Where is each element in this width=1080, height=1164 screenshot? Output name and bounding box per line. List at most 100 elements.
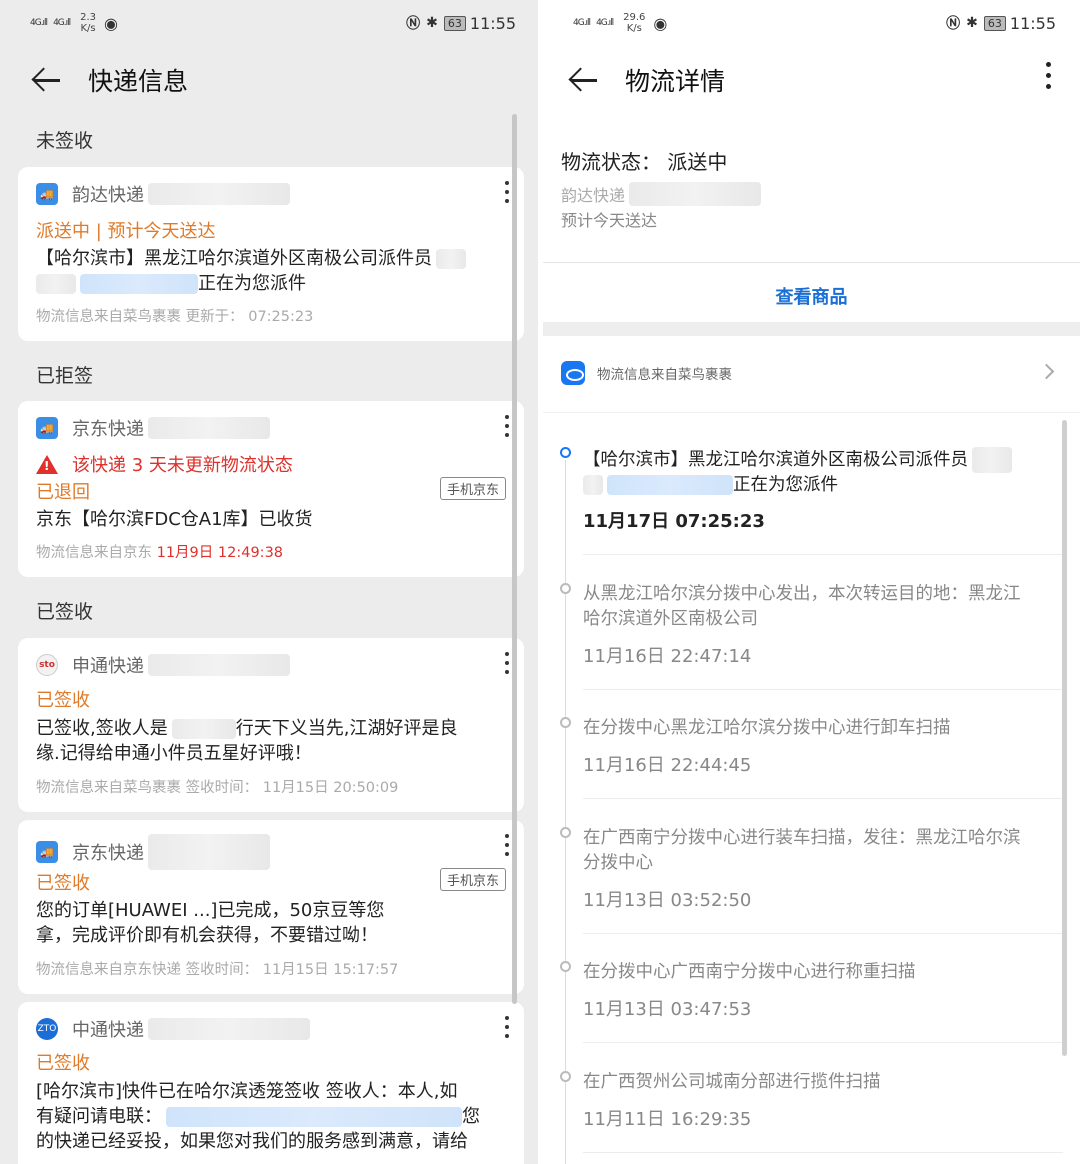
carrier-name: 京东快递 xyxy=(72,843,144,864)
clock: 11:55 xyxy=(1009,13,1056,33)
delivery-status: 已签收 xyxy=(36,1053,90,1074)
truck-icon: 🚚 xyxy=(36,183,58,205)
timeline-time: 11月13日 03:47:53 xyxy=(583,999,752,1020)
package-card[interactable]: ZTO 中通快递 已签收 [哈尔滨市]快件已在哈尔滨透笼签收 签收人：本人,如 … xyxy=(18,1002,524,1164)
timeline-separator xyxy=(583,798,1063,799)
section-unsigned: 未签收 xyxy=(36,130,94,152)
sto-logo-icon: sto xyxy=(36,654,58,676)
package-card[interactable]: 🚚 京东快递 该快递 3 天未更新物流状态 已退回 手机京东 京东【哈尔滨FDC… xyxy=(18,401,524,577)
timeline-separator xyxy=(583,554,1063,555)
tracking-detail: [哈尔滨市]快件已在哈尔滨透笼签收 签收人：本人,如 有疑问请电联：您 的快递已… xyxy=(36,1081,480,1152)
bluetooth-icon: ✱ xyxy=(426,15,438,31)
tracking-number-redacted xyxy=(148,834,270,870)
card-header: sto 申通快递 xyxy=(36,652,290,678)
timeline-separator xyxy=(583,1152,1063,1153)
network-speed: 2.3 K/s xyxy=(80,12,97,34)
signal-icon: 4G.ıll xyxy=(30,18,48,28)
update-info: 物流信息来自菜鸟裹裹 更新于： 07:25:23 xyxy=(36,309,314,325)
cainiao-logo-icon xyxy=(561,361,585,385)
scrollbar[interactable] xyxy=(1062,420,1067,1056)
chevron-right-icon[interactable] xyxy=(1038,363,1055,380)
nfc-icon: Ⓝ xyxy=(406,16,421,32)
card-header: 🚚 京东快递 xyxy=(36,415,270,441)
tracking-number-redacted xyxy=(148,1018,310,1040)
timeline-separator xyxy=(583,689,1063,690)
clock: 11:55 xyxy=(469,13,516,33)
back-arrow-icon[interactable] xyxy=(565,60,605,100)
timeline-event: 在分拨中心黑龙江哈尔滨分拨中心进行卸车扫描 xyxy=(583,718,951,738)
tracking-detail: 【哈尔滨市】黑龙江哈尔滨道外区南极公司派件员 正在为您派件 xyxy=(36,246,506,296)
timeline-separator xyxy=(583,1042,1063,1043)
more-options-icon[interactable] xyxy=(504,415,510,442)
divider xyxy=(543,412,1080,413)
signal-icon: 4G.ıll xyxy=(53,18,71,28)
source-app-badge: 手机京东 xyxy=(439,477,506,500)
carrier-row: 韵达快递 xyxy=(561,182,762,206)
tracking-detail: 京东【哈尔滨FDC仓A1库】已收货 xyxy=(36,509,313,530)
timeline-event: 在广西贺州公司城南分部进行揽件扫描 xyxy=(583,1072,881,1092)
tracking-number-redacted xyxy=(629,182,762,206)
timeline-event: 在分拨中心广西南宁分拨中心进行称重扫描 xyxy=(583,962,916,982)
network-speed: 29.6 K/s xyxy=(623,12,646,34)
truck-icon: 🚚 xyxy=(36,841,58,863)
source-app-badge: 手机京东 xyxy=(439,868,506,891)
timeline-dot xyxy=(560,827,571,838)
section-rejected: 已拒签 xyxy=(36,365,94,387)
app-bar: 物流详情 xyxy=(543,48,1080,112)
tracking-number-redacted xyxy=(148,183,290,205)
section-gap xyxy=(543,322,1080,336)
more-options-icon[interactable] xyxy=(504,652,510,679)
page-title: 物流详情 xyxy=(625,67,726,96)
battery-icon: 63 xyxy=(443,15,466,31)
eye-icon: ◉ xyxy=(653,13,668,33)
delivery-status: 已签收 xyxy=(36,873,90,894)
delivery-status: 已退回 xyxy=(36,482,90,503)
signed-info: 物流信息来自京东快递 签收时间： 11月15日 15:17:57 xyxy=(36,962,399,978)
tracking-detail: 您的订单[HUAWEI ...]已完成，50京豆等您 拿，完成评价即有机会获得，… xyxy=(36,900,385,946)
timeline-event: 从黑龙江哈尔滨分拨中心发出，本次转运目的地：黑龙江 哈尔滨道外区南极公司 xyxy=(583,584,1021,629)
timeline-dot-active xyxy=(560,447,571,458)
signed-info: 物流信息来自菜鸟裹裹 签收时间： 11月15日 20:50:09 xyxy=(36,780,399,796)
card-header: ZTO 中通快递 xyxy=(36,1016,310,1042)
timeline-separator xyxy=(583,933,1063,934)
timeline-line xyxy=(565,460,566,1164)
logistics-detail-screen: 4G.ıll 4G.ıll 29.6 K/s ◉ Ⓝ ✱ 63 11:55 物流详… xyxy=(543,0,1080,1164)
timeline-time: 11月16日 22:44:45 xyxy=(583,755,752,776)
zto-logo-icon: ZTO xyxy=(36,1018,58,1040)
battery-icon: 63 xyxy=(983,15,1006,31)
signal-icon: 4G.ıll xyxy=(573,18,591,28)
update-info: 物流信息来自京东 11月9日 12:49:38 xyxy=(36,545,284,561)
scrollbar[interactable] xyxy=(512,114,517,1004)
card-header: 🚚 京东快递 xyxy=(36,834,270,870)
delivery-status: 派送中 | 预计今天送达 xyxy=(36,221,216,242)
back-arrow-icon[interactable] xyxy=(28,60,68,100)
eye-icon: ◉ xyxy=(104,13,118,33)
divider xyxy=(543,262,1080,263)
timeline-time: 11月11日 16:29:35 xyxy=(583,1109,752,1130)
package-card[interactable]: 🚚 京东快递 已签收 手机京东 您的订单[HUAWEI ...]已完成，50京豆… xyxy=(18,820,524,994)
carrier-name: 申通快递 xyxy=(72,656,144,677)
card-header: 🚚 韵达快递 xyxy=(36,181,290,207)
timeline-dot xyxy=(560,583,571,594)
carrier-name: 韵达快递 xyxy=(561,186,626,205)
package-card[interactable]: 🚚 韵达快递 派送中 | 预计今天送达 【哈尔滨市】黑龙江哈尔滨道外区南极公司派… xyxy=(18,167,524,341)
view-goods-button[interactable]: 查看商品 xyxy=(543,283,1080,309)
tracking-number-redacted xyxy=(148,417,270,439)
express-info-screen: 4G.ıll 4G.ıll 2.3 K/s ◉ Ⓝ ✱ 63 11:55 快递信息… xyxy=(0,0,540,1164)
app-bar: 快递信息 xyxy=(0,48,540,112)
eta-text: 预计今天送达 xyxy=(561,211,658,230)
timeline-time: 11月17日 07:25:23 xyxy=(583,511,765,532)
delivery-status: 已签收 xyxy=(36,690,90,711)
timeline-dot xyxy=(560,961,571,972)
data-source-row[interactable]: 物流信息来自菜鸟裹裹 xyxy=(561,361,732,385)
data-source-label: 物流信息来自菜鸟裹裹 xyxy=(597,367,732,383)
logistics-status: 物流状态： 派送中 xyxy=(561,150,728,174)
timeline-event: 【哈尔滨市】黑龙江哈尔滨道外区南极公司派件员 正在为您派件 xyxy=(583,447,1061,498)
more-options-icon[interactable] xyxy=(1044,62,1052,96)
more-options-icon[interactable] xyxy=(504,834,510,861)
more-options-icon[interactable] xyxy=(504,1016,510,1043)
timeline-time: 11月16日 22:47:14 xyxy=(583,646,752,667)
status-bar: 4G.ıll 4G.ıll 29.6 K/s ◉ Ⓝ ✱ 63 11:55 xyxy=(543,0,1080,46)
package-card[interactable]: sto 申通快递 已签收 已签收,签收人是 行天下义当先,江湖好评是良 缘.记得给… xyxy=(18,638,524,812)
more-options-icon[interactable] xyxy=(504,181,510,208)
